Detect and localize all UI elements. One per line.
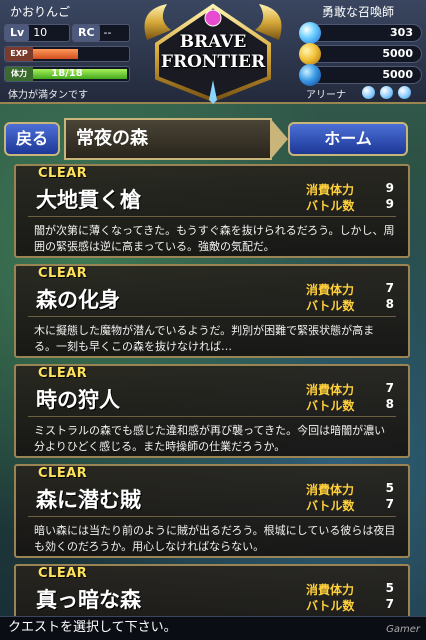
level-value: 10 (33, 26, 48, 39)
rc-label: RC (73, 25, 100, 41)
divider (28, 416, 396, 417)
summoner-rank-title: 勇敢な召喚師 (321, 5, 394, 19)
arena-orb-icon (398, 86, 411, 99)
karma-icon (299, 64, 321, 86)
quest-name: 大地貫く槍 (36, 188, 141, 212)
quest-name: 時の狩人 (36, 388, 120, 412)
quest-card[interactable]: CLEAR 真っ暗な森 消費体力 5 バトル数 7 (14, 564, 410, 616)
stamina-cost-value: 5 (385, 581, 394, 595)
arena-orb-icon (380, 86, 393, 99)
gem-counter: 303 (299, 22, 422, 44)
stamina-cost-value: 5 (385, 481, 394, 495)
zel-coin-icon (299, 43, 321, 65)
gem-icon (299, 22, 321, 44)
stamina-cost-label: 消費体力 (306, 383, 355, 397)
battle-count-label: バトル数 (306, 499, 355, 513)
player-name: かおりんご (10, 5, 71, 19)
battle-count-label: バトル数 (306, 599, 355, 613)
exp-fill (33, 49, 78, 59)
clear-badge: CLEAR (38, 166, 88, 181)
stamina-cost-label: 消費体力 (306, 283, 355, 297)
divider (28, 216, 396, 217)
karma-value: 5000 (382, 68, 413, 81)
quest-description: 木に擬態した魔物が潜んでいるようだ。判別が困難で緊張状態が高まる。一刻も早くこの… (34, 324, 375, 353)
quest-name: 真っ暗な森 (36, 588, 141, 612)
exp-bar: EXP (4, 46, 130, 62)
battle-count-label: バトル数 (306, 399, 355, 413)
quest-list[interactable]: CLEAR 大地貫く槍 消費体力 9 バトル数 9 闇が次第に薄くなってきた。も… (0, 164, 426, 616)
clear-badge: CLEAR (38, 366, 88, 381)
quest-description: 闇が次第に薄くなってきた。もうすぐ森を抜けられるだろう。しかし、周囲の緊張感は逆… (34, 224, 395, 253)
brave-frontier-logo: BRAVE FRONTIER (137, 0, 289, 104)
zel-value: 5000 (382, 47, 413, 60)
stamina-bar: 体力 18/18 (4, 66, 130, 82)
divider (28, 316, 396, 317)
stamina-value: 18/18 (51, 68, 83, 79)
quest-card[interactable]: CLEAR 森に潜む賊 消費体力 5 バトル数 7 暗い森には当たり前のように賊… (14, 464, 410, 558)
battle-count-value: 7 (385, 497, 394, 511)
stamina-cost-label: 消費体力 (306, 483, 355, 497)
clear-badge: CLEAR (38, 566, 88, 581)
watermark: Gamer (386, 624, 420, 635)
rc-value: -- (103, 26, 112, 39)
home-button[interactable]: ホーム (288, 122, 408, 156)
karma-counter: 5000 (299, 64, 422, 86)
level-label: Lv (5, 25, 30, 41)
logo-text: BRAVE FRONTIER (157, 32, 269, 72)
stamina-cost-value: 7 (385, 381, 394, 395)
clear-badge: CLEAR (38, 466, 88, 481)
quest-description: 暗い森には当たり前のように賊が出るだろう。根城にしている彼らは夜目も効くのだろう… (34, 524, 396, 553)
battle-count-value: 8 (385, 297, 394, 311)
stamina-cost-label: 消費体力 (306, 183, 355, 197)
battle-count-value: 8 (385, 397, 394, 411)
stamina-cost-label: 消費体力 (306, 583, 355, 597)
quest-card[interactable]: CLEAR 森の化身 消費体力 7 バトル数 8 木に擬態した魔物が潜んでいるよ… (14, 264, 410, 358)
zel-counter: 5000 (299, 43, 422, 65)
battle-count-label: バトル数 (306, 199, 355, 213)
arena-label: アリーナ (306, 90, 346, 101)
stamina-cost-value: 9 (385, 181, 394, 195)
battle-count-value: 9 (385, 197, 394, 211)
clear-badge: CLEAR (38, 266, 88, 281)
arena-orb-icon (362, 86, 375, 99)
level-display: Lv 10 (4, 24, 70, 42)
stamina-cost-value: 7 (385, 281, 394, 295)
logo-line-1: BRAVE (179, 32, 247, 52)
battle-count-value: 7 (385, 597, 394, 611)
area-title-arrow (270, 118, 288, 160)
gem-value: 303 (390, 26, 413, 39)
stamina-note: 体力が満タンです (8, 90, 88, 101)
quest-card[interactable]: CLEAR 大地貫く槍 消費体力 9 バトル数 9 闇が次第に薄くなってきた。も… (14, 164, 410, 258)
logo-line-2: FRONTIER (160, 52, 266, 72)
rc-display: RC -- (72, 24, 130, 42)
status-header: かおりんご Lv10 RC-- EXP 体力 18/18 体力が満タンです (0, 0, 426, 104)
area-title: 常夜の森 (64, 118, 272, 160)
quest-card[interactable]: CLEAR 時の狩人 消費体力 7 バトル数 8 ミストラルの森でも感じた違和感… (14, 364, 410, 458)
quest-name: 森の化身 (36, 288, 120, 312)
footer-message-bar: クエストを選択して下さい。 Gamer (0, 616, 426, 640)
back-button[interactable]: 戻る (4, 122, 60, 156)
divider (28, 516, 396, 517)
quest-name: 森に潜む賊 (36, 488, 141, 512)
footer-message: クエストを選択して下さい。 (8, 620, 177, 635)
quest-description: ミストラルの森でも感じた違和感が再び襲ってきた。今回は暗闇が濃い分よりひどく感じ… (34, 424, 386, 453)
battle-count-label: バトル数 (306, 299, 355, 313)
exp-label: EXP (5, 47, 33, 61)
